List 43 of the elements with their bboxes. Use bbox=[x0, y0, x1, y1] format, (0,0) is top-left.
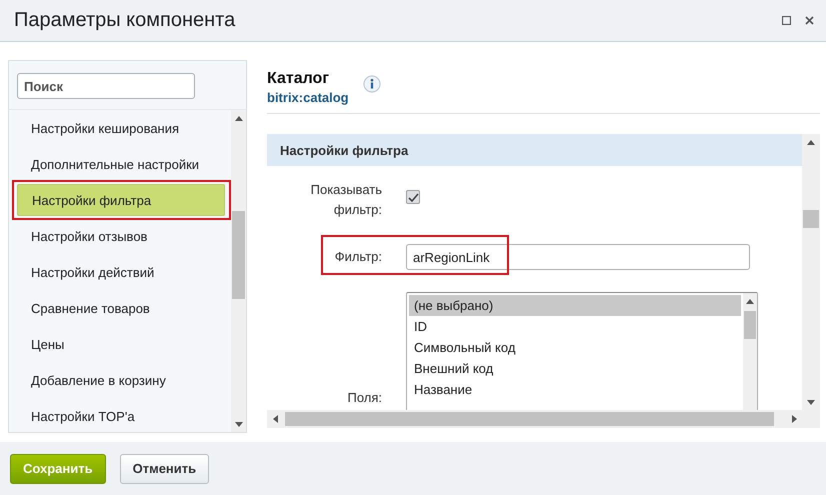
scroll-right-icon[interactable] bbox=[792, 415, 796, 423]
list-option[interactable]: Внешний код bbox=[409, 358, 741, 379]
scrollbar-thumb[interactable] bbox=[232, 211, 245, 299]
info-icon[interactable] bbox=[362, 75, 381, 93]
sidebar-item[interactable]: Сравнение товаров bbox=[17, 290, 225, 326]
sidebar-item[interactable]: Настройки TOP'а bbox=[17, 398, 225, 434]
scroll-up-icon[interactable] bbox=[807, 140, 815, 144]
scroll-up-icon[interactable] bbox=[746, 298, 754, 304]
search-field[interactable]: Поиск bbox=[17, 73, 195, 99]
scroll-down-icon[interactable] bbox=[234, 422, 242, 426]
sidebar-item[interactable]: Настройки кеширования bbox=[17, 110, 225, 146]
section-header: Настройки фильтра bbox=[267, 134, 802, 166]
sidebar-item[interactable]: Дополнительные настройки bbox=[17, 146, 225, 182]
cancel-button[interactable]: Отменить bbox=[120, 454, 210, 484]
sidebar-item[interactable]: Настройки действий bbox=[17, 254, 225, 290]
list-option[interactable]: ID bbox=[409, 316, 741, 337]
field-label: Фильтр: bbox=[334, 248, 382, 266]
sidebar-item[interactable]: Добавление в корзину bbox=[17, 362, 225, 398]
scrollbar[interactable] bbox=[231, 110, 246, 432]
component-title: Каталог bbox=[267, 70, 330, 88]
field-label: Поля: bbox=[346, 389, 382, 407]
sidebar-item[interactable]: Настройки фильтра bbox=[17, 184, 225, 216]
scrollbar[interactable] bbox=[743, 293, 757, 410]
maximize-button[interactable] bbox=[782, 16, 791, 25]
scrollbar[interactable] bbox=[802, 134, 820, 410]
sidebar-item[interactable]: Цены bbox=[17, 326, 225, 362]
close-button[interactable] bbox=[805, 16, 814, 25]
list-option[interactable]: Название bbox=[409, 379, 741, 400]
scrollbar-thumb[interactable] bbox=[285, 412, 774, 426]
scroll-down-icon[interactable] bbox=[807, 400, 815, 404]
scrollbar-thumb[interactable] bbox=[744, 311, 756, 339]
field-label: Показывать фильтр: bbox=[310, 181, 382, 219]
list-option[interactable]: Символьный код bbox=[409, 337, 741, 358]
scrollbar-thumb[interactable] bbox=[803, 210, 819, 228]
scroll-up-icon[interactable] bbox=[234, 116, 242, 120]
filter-input[interactable]: arRegionLink bbox=[406, 244, 750, 270]
sidebar-item[interactable]: Настройки отзывов bbox=[17, 218, 225, 254]
list-option[interactable]: (не выбрано) bbox=[409, 295, 741, 316]
scroll-left-icon[interactable] bbox=[272, 415, 278, 423]
window-title: Параметры компонента bbox=[14, 9, 236, 32]
checkbox[interactable] bbox=[406, 190, 420, 204]
scrollbar[interactable] bbox=[267, 410, 820, 428]
component-code: bitrix:catalog bbox=[267, 90, 349, 105]
